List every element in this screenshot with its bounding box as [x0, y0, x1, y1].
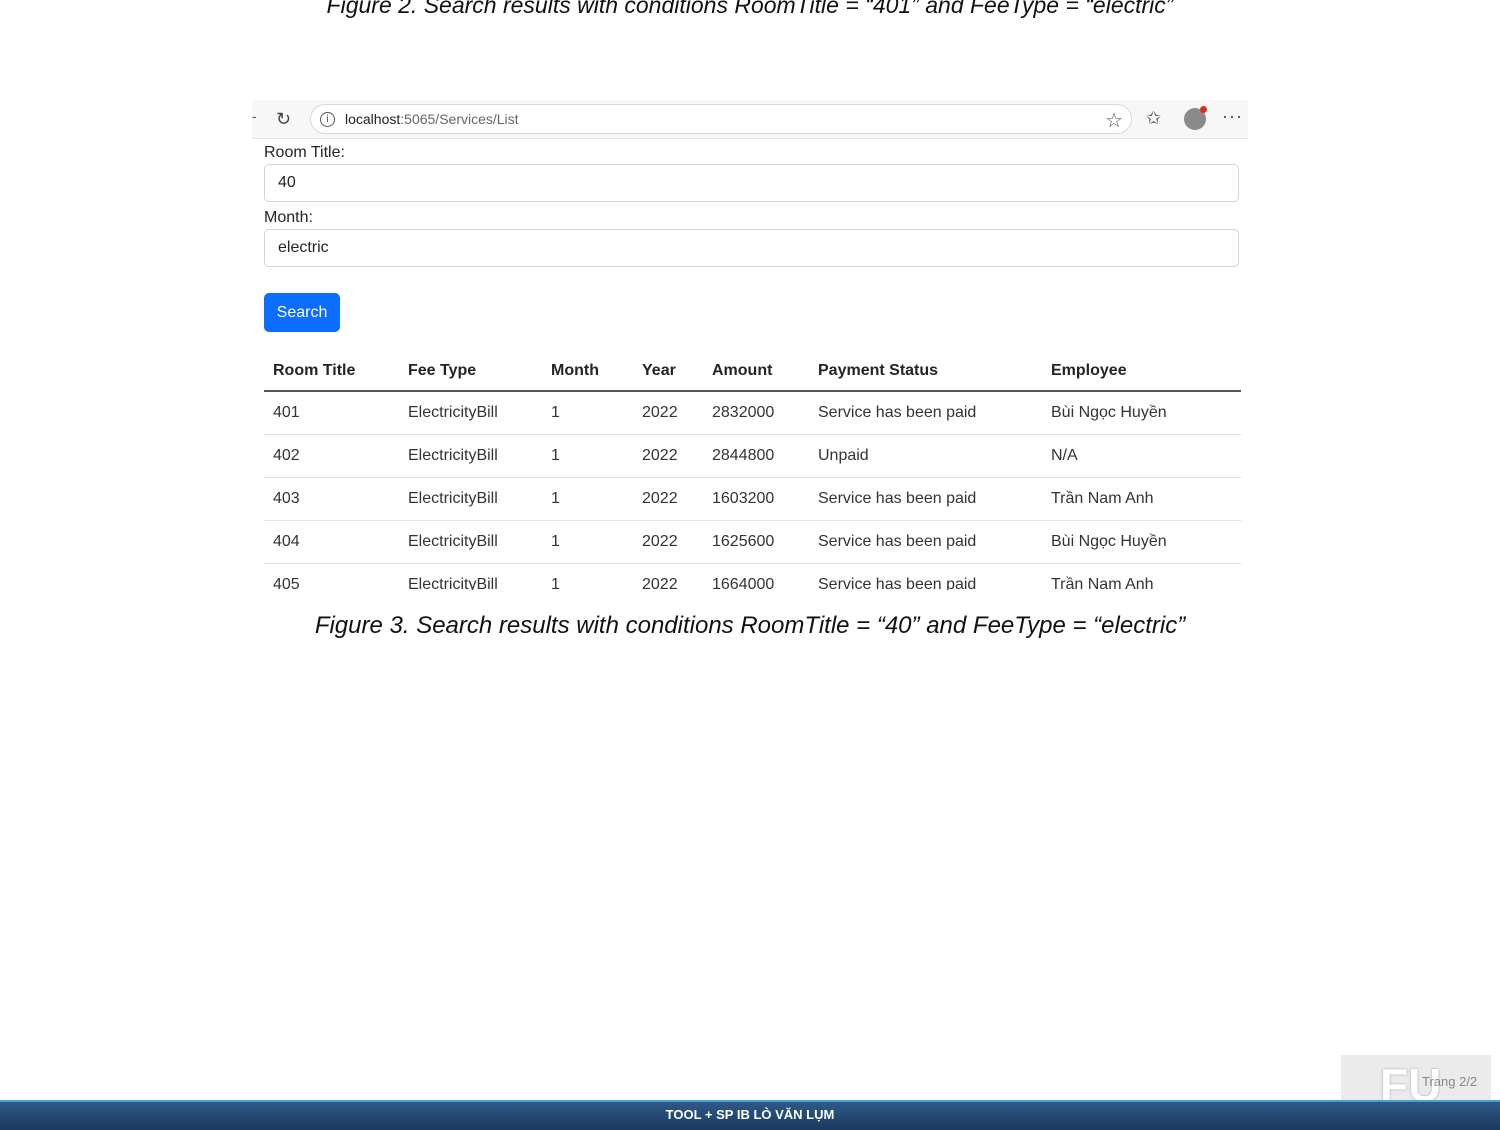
figure-3-caption: Figure 3. Search results with conditions…	[314, 612, 1186, 639]
cell-month: 1	[542, 563, 633, 590]
cell-employee: N/A	[1042, 434, 1241, 478]
figure-2-caption: Figure 2. Search results with conditions…	[326, 0, 1174, 18]
cell-amount: 2844800	[703, 434, 809, 478]
cell-fee-type: ElectricityBill	[399, 477, 542, 521]
star-icon[interactable]: ☆	[1105, 108, 1123, 133]
info-icon[interactable]: i	[320, 112, 335, 127]
browser-screenshot: - ↻ i localhost:5065/Services/List ☆ ✩ ·…	[252, 100, 1248, 590]
results-table: Room Title Fee Type Month Year Amount Pa…	[264, 352, 1241, 590]
cell-year: 2022	[633, 520, 703, 564]
header-month[interactable]: Month	[542, 352, 633, 392]
cell-fee-type: ElectricityBill	[399, 434, 542, 478]
header-payment-status[interactable]: Payment Status	[809, 352, 1042, 392]
cell-payment-status: Unpaid	[809, 434, 1042, 478]
cell-payment-status: Service has been paid	[809, 477, 1042, 521]
cell-year: 2022	[633, 563, 703, 590]
cell-fee-type: ElectricityBill	[399, 391, 542, 435]
cell-employee: Bùi Ngọc Huyền	[1042, 520, 1241, 564]
cell-fee-type: ElectricityBill	[399, 520, 542, 564]
cell-room-title: 402	[264, 434, 399, 478]
reload-icon[interactable]: ↻	[276, 109, 291, 129]
cell-employee: Trần Nam Anh	[1042, 477, 1241, 521]
table-row: 402 ElectricityBill 1 2022 2844800 Unpaid N/A	[264, 434, 1241, 478]
cell-employee: Bùi Ngọc Huyền	[1042, 391, 1241, 435]
cell-month: 1	[542, 477, 633, 521]
cell-year: 2022	[633, 391, 703, 435]
url-host: localhost	[345, 111, 401, 127]
cell-year: 2022	[633, 477, 703, 521]
cell-month: 1	[542, 391, 633, 435]
cell-room-title: 405	[264, 563, 399, 590]
room-title-input[interactable]: 40	[264, 164, 1239, 202]
browser-toolbar: - ↻ i localhost:5065/Services/List ☆ ✩ ·…	[252, 100, 1248, 139]
url-path: :5065/Services/List	[400, 111, 519, 127]
cell-amount: 2832000	[703, 391, 809, 435]
header-amount[interactable]: Amount	[703, 352, 809, 392]
cell-payment-status: Service has been paid	[809, 520, 1042, 564]
header-room-title[interactable]: Room Title	[264, 352, 399, 392]
footer-bar: TOOL + SP IB LÒ VĂN LỤM	[0, 1100, 1500, 1130]
cell-amount: 1625600	[703, 520, 809, 564]
month-label: Month:	[264, 209, 313, 226]
cell-room-title: 403	[264, 477, 399, 521]
cell-amount: 1664000	[703, 563, 809, 590]
footer-text: TOOL + SP IB LÒ VĂN LỤM	[665, 1107, 835, 1122]
table-row: 405 ElectricityBill 1 2022 1664000 Service ha…	[264, 563, 1241, 590]
notification-dot	[1200, 106, 1207, 113]
back-icon[interactable]: -	[252, 108, 257, 124]
cell-month: 1	[542, 434, 633, 478]
cell-payment-status: Service has been paid	[809, 391, 1042, 435]
page-number: Trang 2/2	[1422, 1074, 1478, 1089]
cell-employee: Trần Nam Anh	[1042, 563, 1241, 590]
favorites-icon[interactable]: ✩	[1146, 108, 1161, 128]
header-fee-type[interactable]: Fee Type	[399, 352, 542, 392]
header-employee[interactable]: Employee	[1042, 352, 1241, 392]
search-button[interactable]: Search	[264, 293, 340, 332]
address-bar[interactable]: i localhost:5065/Services/List ☆	[310, 104, 1132, 134]
table-header-row: Room Title Fee Type Month Year Amount Pa…	[264, 352, 1241, 392]
table-row: 401 ElectricityBill 1 2022 2832000 Service ha…	[264, 391, 1241, 435]
month-input[interactable]: electric	[264, 229, 1239, 267]
table-row: 404 ElectricityBill 1 2022 1625600 Service ha…	[264, 520, 1241, 564]
table-row: 403 ElectricityBill 1 2022 1603200 Service ha…	[264, 477, 1241, 521]
cell-room-title: 401	[264, 391, 399, 435]
more-icon[interactable]: ···	[1222, 106, 1243, 126]
header-year[interactable]: Year	[633, 352, 703, 392]
cell-month: 1	[542, 520, 633, 564]
cell-amount: 1603200	[703, 477, 809, 521]
cell-payment-status: Service has been paid	[809, 563, 1042, 590]
cell-room-title: 404	[264, 520, 399, 564]
room-title-label: Room Title:	[264, 144, 345, 161]
url-text: localhost:5065/Services/List	[345, 111, 519, 127]
cell-year: 2022	[633, 434, 703, 478]
cell-fee-type: ElectricityBill	[399, 563, 542, 590]
